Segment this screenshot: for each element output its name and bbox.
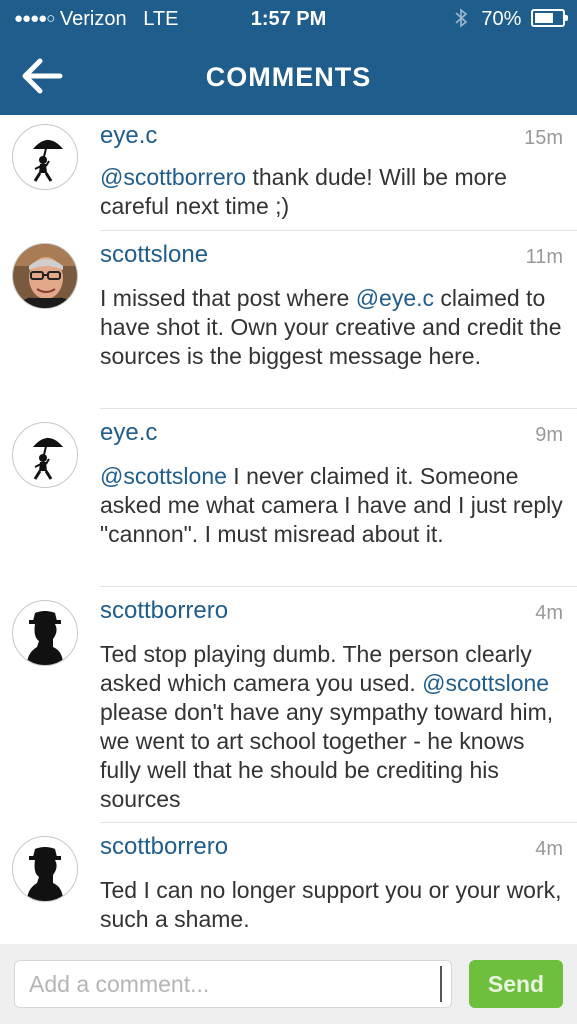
comment-text: Ted I can no longer support you or your … <box>100 876 565 934</box>
comment-text-part: Ted I can no longer support you or your … <box>100 877 562 932</box>
user-avatar[interactable] <box>12 422 78 488</box>
comment-time: 9m <box>535 424 563 446</box>
battery-fill <box>535 13 553 23</box>
text-cursor <box>440 966 442 1002</box>
hat-silhouette-avatar-icon <box>27 847 63 901</box>
comment-text: @scottborrero thank dude! Will be more c… <box>100 163 565 221</box>
user-avatar[interactable] <box>12 124 78 190</box>
comment-username[interactable]: eye.c <box>100 419 157 447</box>
status-bar: ●●●●○ Verizon LTE 1:57 PM 70% <box>0 0 577 38</box>
user-avatar[interactable] <box>12 836 78 902</box>
user-avatar[interactable] <box>12 243 78 309</box>
comment-input[interactable] <box>14 960 452 1008</box>
comment-username[interactable]: scottslone <box>100 241 208 269</box>
umbrella-figure-avatar-icon <box>33 437 63 480</box>
comment-username[interactable]: scottborrero <box>100 833 228 861</box>
comment-time: 15m <box>524 127 563 149</box>
comment-text-part[interactable]: @scottslone <box>100 463 227 489</box>
send-button[interactable]: Send <box>469 960 563 1008</box>
comment-text: Ted stop playing dumb. The person clearl… <box>100 640 565 814</box>
comment-item: scottslone 11m I missed that post where … <box>0 231 577 409</box>
comment-item: eye.c 15m @scottborrero thank dude! Will… <box>0 115 577 231</box>
comment-item: scottborrero 4m Ted I can no longer supp… <box>0 823 577 944</box>
comments-list[interactable]: eye.c 15m @scottborrero thank dude! Will… <box>0 115 577 944</box>
comment-time: 4m <box>535 838 563 860</box>
comment-text-part: please don't have any sympathy toward hi… <box>100 699 554 812</box>
battery-percent: 70% <box>481 8 522 30</box>
comment-time: 11m <box>525 246 563 268</box>
comment-text: @scottslone I never claimed it. Someone … <box>100 462 565 549</box>
umbrella-figure-avatar-icon <box>33 139 63 182</box>
battery-icon <box>531 9 568 27</box>
comment-text-part: I missed that post where <box>100 285 356 311</box>
comment-time: 4m <box>535 602 563 624</box>
hat-silhouette-avatar-icon <box>27 611 63 665</box>
comment-text: I missed that post where @eye.c claimed … <box>100 284 565 371</box>
bluetooth-icon <box>455 8 468 28</box>
comment-item: eye.c 9m @scottslone I never claimed it.… <box>0 409 577 587</box>
comment-text-part[interactable]: @scottborrero <box>100 164 246 190</box>
status-right: 70% <box>454 8 568 31</box>
comment-username[interactable]: eye.c <box>100 122 157 150</box>
comment-text-part[interactable]: @scottslone <box>422 670 549 696</box>
comment-composer: Send <box>0 944 577 1024</box>
header-bar: COMMENTS <box>0 38 577 115</box>
user-avatar[interactable] <box>12 600 78 666</box>
photo-avatar-icon <box>13 244 77 308</box>
page-title: COMMENTS <box>205 62 372 92</box>
comment-username[interactable]: scottborrero <box>100 597 228 625</box>
comment-text-part[interactable]: @eye.c <box>356 285 434 311</box>
comment-item: scottborrero 4m Ted stop playing dumb. T… <box>0 587 577 823</box>
